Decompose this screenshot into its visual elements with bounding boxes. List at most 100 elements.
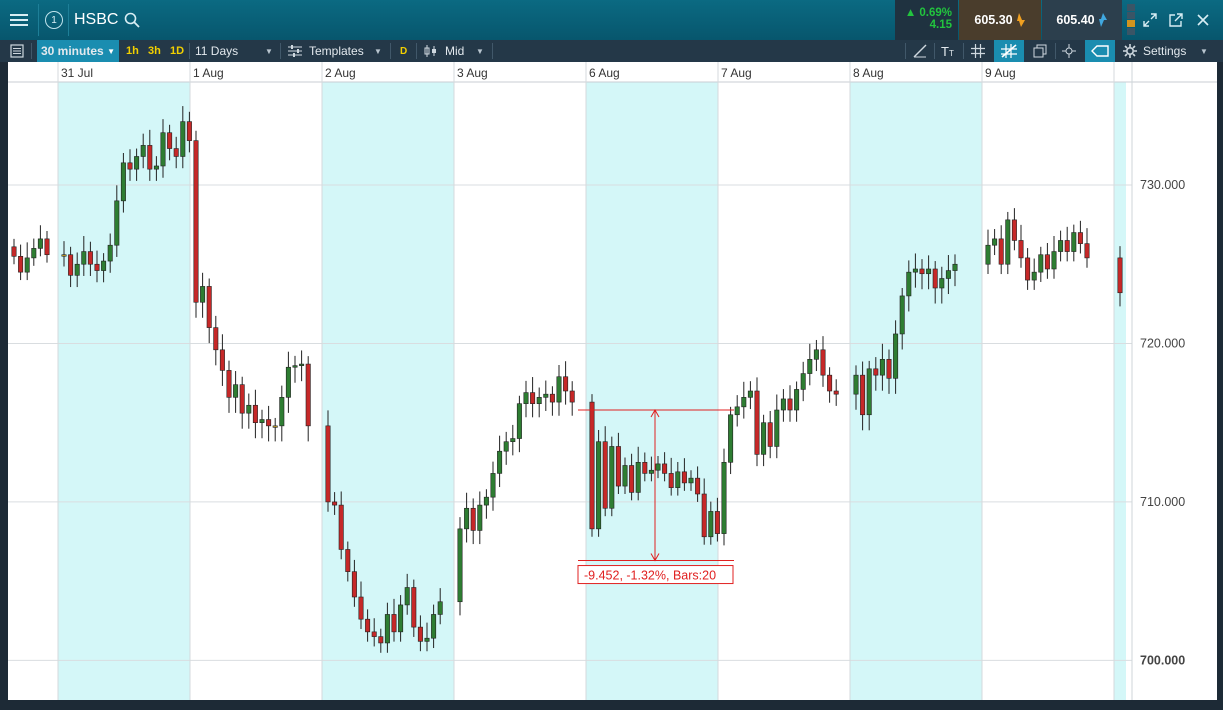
candle-body <box>767 422 773 447</box>
studies-list-button[interactable] <box>10 40 24 62</box>
layers-button[interactable] <box>1033 40 1047 62</box>
grid-button[interactable] <box>971 40 985 62</box>
detach-button[interactable] <box>1124 0 1138 40</box>
symbol-title[interactable]: HSBC <box>74 0 118 40</box>
candle-body <box>853 374 859 395</box>
candle-body <box>437 601 443 615</box>
candle-body <box>708 511 714 538</box>
candle-body <box>398 604 404 633</box>
candle-body <box>120 162 126 202</box>
candle-body <box>899 295 905 335</box>
buy-price: 605.40 <box>1056 13 1095 27</box>
date-label: 3 Aug <box>457 66 488 80</box>
templates-label: Templates <box>309 44 364 58</box>
interval-select[interactable]: 30 minutes ▼ <box>37 40 119 62</box>
candle-body <box>774 409 780 447</box>
draw-line-button[interactable] <box>912 40 928 62</box>
date-label: 31 Jul <box>61 66 93 80</box>
candle-body <box>1117 257 1123 294</box>
text-tool-button[interactable]: TT <box>941 40 954 62</box>
popout-button[interactable] <box>1165 0 1187 40</box>
expand-icon <box>1143 13 1157 27</box>
candle-body <box>992 238 998 246</box>
price-chart[interactable]: 31 Jul 1 Aug 2 Aug 3 Aug 6 Aug 7 Aug 8 Aug 9 Au… <box>8 62 1217 700</box>
search-button[interactable] <box>122 0 142 40</box>
price-label: 730.000 <box>1140 178 1185 192</box>
candle-body <box>668 473 674 488</box>
candle-body <box>31 248 37 259</box>
candle-body <box>609 446 615 509</box>
candle-body <box>1005 219 1011 265</box>
price-type-select[interactable]: Mid <box>423 40 464 62</box>
interval-1d-button[interactable]: 1D <box>170 40 184 62</box>
crosshair-grid-button[interactable] <box>994 40 1024 62</box>
gear-icon <box>1123 44 1137 58</box>
candles-icon <box>424 45 436 57</box>
text-icon: TT <box>941 43 954 59</box>
tag-icon <box>1091 45 1109 57</box>
menu-button[interactable] <box>0 0 37 40</box>
candle-body <box>800 373 806 390</box>
draw-line-icon <box>913 44 927 58</box>
candle-body <box>939 278 945 289</box>
candle-body <box>945 270 951 279</box>
candle-body <box>404 587 410 606</box>
candle-body <box>747 390 753 398</box>
candle-body <box>259 419 265 423</box>
candle-body <box>107 244 113 262</box>
sell-price-button[interactable]: 605.30 <box>959 0 1041 40</box>
candle-body <box>239 384 245 414</box>
candle-body <box>167 132 173 149</box>
price-tag-button[interactable] <box>1085 40 1115 62</box>
candle-body <box>384 614 390 644</box>
popout-icon <box>1169 13 1183 27</box>
crosshair-button[interactable] <box>1062 40 1076 62</box>
d-toggle-button[interactable]: D <box>400 40 407 62</box>
session-shade <box>586 82 718 700</box>
expand-button[interactable] <box>1140 0 1160 40</box>
candle-body <box>61 254 67 257</box>
price-type-label: Mid <box>445 44 465 58</box>
interval-1h-button[interactable]: 1h <box>126 40 139 62</box>
candle-body <box>206 286 212 328</box>
close-button[interactable] <box>1192 0 1214 40</box>
layers-icon <box>1033 44 1047 58</box>
candle-body <box>754 390 760 455</box>
candle-body <box>503 441 509 452</box>
candle-body <box>272 425 278 428</box>
interval-3h-button[interactable]: 3h <box>148 40 161 62</box>
candle-body <box>563 376 569 392</box>
candle-body <box>200 286 206 303</box>
candle-body <box>417 626 423 642</box>
candle-body <box>886 359 892 379</box>
candle-body <box>780 398 786 411</box>
candle-body <box>127 162 133 170</box>
price-change: ▲ 0.69% 4.15 <box>895 0 958 40</box>
app-window: { "header": { "symbol": "HSBC", "alerts_… <box>0 0 1223 710</box>
range-select[interactable]: 11 Days <box>195 40 238 62</box>
settings-button[interactable]: Settings <box>1123 40 1186 62</box>
candle-body <box>1031 271 1037 281</box>
candle-body <box>147 145 153 170</box>
candle-body <box>893 333 899 379</box>
candle-body <box>589 401 595 530</box>
candle-body <box>266 419 272 427</box>
buy-price-button[interactable]: 605.40 <box>1042 0 1122 40</box>
candle-body <box>932 268 938 289</box>
templates-button[interactable]: Templates <box>288 40 364 62</box>
candle-body <box>530 392 536 404</box>
candle-body <box>213 327 219 351</box>
candle-body <box>1051 251 1057 270</box>
date-label: 7 Aug <box>721 66 752 80</box>
candle-body <box>219 349 225 371</box>
candle-body <box>114 200 120 246</box>
date-label: 1 Aug <box>193 66 224 80</box>
candle-body <box>906 271 912 297</box>
alerts-button[interactable]: 1 <box>40 0 68 40</box>
chart-area[interactable]: 31 Jul 1 Aug 2 Aug 3 Aug 6 Aug 7 Aug 8 Aug 9 Au… <box>8 62 1217 700</box>
candle-body <box>662 463 668 474</box>
candle-body <box>549 393 555 403</box>
candle-body <box>74 263 80 276</box>
candle-body <box>193 140 199 303</box>
candle-body <box>569 390 575 403</box>
